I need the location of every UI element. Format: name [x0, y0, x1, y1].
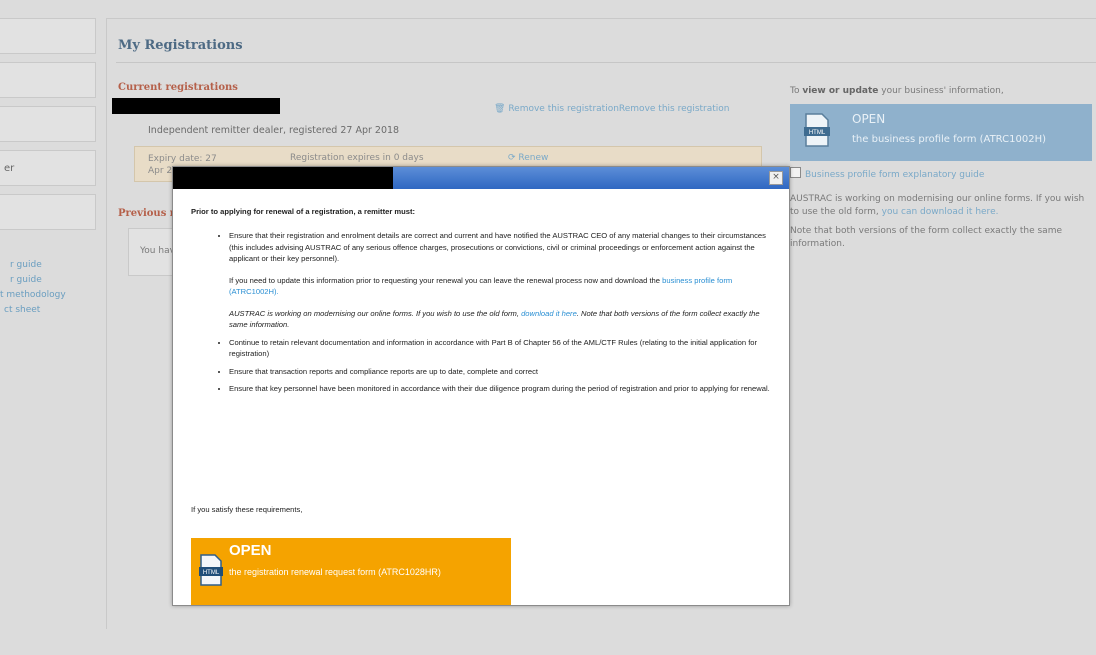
open-business-profile-subtitle: the business profile form (ATRC1002H) — [852, 134, 1046, 145]
old-form-paragraph: AUSTRAC is working on modernising our on… — [229, 308, 771, 331]
document-icon — [790, 167, 801, 178]
redacted-name — [112, 98, 280, 114]
page-title: My Registrations — [118, 38, 243, 53]
nav-item[interactable] — [0, 62, 96, 98]
nav-item[interactable] — [0, 194, 96, 230]
html-file-icon: HTML — [199, 554, 223, 586]
nav-item[interactable] — [0, 18, 96, 54]
previous-registrations-text: You hav — [140, 246, 175, 256]
expiry-status: Registration expires in 0 days — [290, 153, 424, 163]
intro-bold: view or update — [802, 86, 879, 96]
renew-label: Renew — [518, 153, 549, 163]
dialog-content: Prior to applying for renewal of a regis… — [191, 207, 771, 401]
update-info-paragraph: If you need to update this information p… — [229, 275, 771, 298]
requirement-item: Ensure that transaction reports and comp… — [229, 366, 771, 378]
versions-note: Note that both versions of the form coll… — [790, 226, 1062, 249]
registration-description: Independent remitter dealer, registered … — [148, 125, 400, 136]
left-links: r guide r guide t methodology ct sheet — [0, 258, 100, 318]
trash-icon: 🗑 — [494, 104, 506, 114]
left-link[interactable]: r guide — [0, 258, 100, 273]
remove-registration-link[interactable]: 🗑 Remove this registrationRemove this re… — [494, 104, 730, 114]
redacted-title — [173, 167, 393, 189]
requirements-list: Ensure that their registration and enrol… — [191, 230, 771, 395]
open-renewal-title: OPEN — [229, 542, 272, 559]
requirement-text: Ensure that their registration and enrol… — [229, 231, 766, 263]
left-link[interactable]: ct sheet — [0, 303, 100, 318]
business-info-intro: To view or update your business' informa… — [790, 86, 1004, 96]
html-file-icon: HTML — [804, 113, 830, 147]
renewal-requirements-dialog: × Prior to applying for renewal of a reg… — [172, 166, 790, 606]
update-info-text: If you need to update this information p… — [229, 275, 661, 285]
requirement-item: Ensure that key personnel have been moni… — [229, 383, 771, 395]
previous-registrations-heading: Previous r — [118, 208, 176, 219]
intro-suffix: your business' information, — [881, 86, 1004, 96]
requirement-item: Ensure that their registration and enrol… — [229, 230, 771, 331]
svg-text:HTML: HTML — [809, 130, 826, 136]
dialog-intro: Prior to applying for renewal of a regis… — [191, 207, 416, 216]
open-renewal-form-button[interactable]: HTML OPEN the registration renewal reque… — [191, 538, 511, 605]
download-it-here-link[interactable]: download it here — [521, 309, 577, 318]
open-business-profile-button[interactable] — [790, 104, 1092, 161]
business-profile-guide-label: Business profile form explanatory guide — [805, 170, 985, 180]
remove-registration-label: Remove this registrationRemove this regi… — [508, 104, 730, 114]
business-profile-guide-link[interactable]: Business profile form explanatory guide — [790, 167, 984, 180]
intro-prefix: To — [790, 86, 800, 96]
renew-link[interactable]: ⟳ Renew — [508, 153, 548, 163]
refresh-icon: ⟳ — [508, 153, 516, 163]
left-nav: er — [0, 18, 96, 248]
download-old-form-link[interactable]: you can download it here. — [882, 207, 999, 217]
nav-item[interactable] — [0, 106, 96, 142]
current-registrations-heading: Current registrations — [118, 82, 238, 93]
requirement-item: Continue to retain relevant documentatio… — [229, 337, 771, 360]
left-link[interactable]: r guide — [0, 273, 100, 288]
divider — [116, 62, 1096, 63]
satisfy-requirements-text: If you satisfy these requirements, — [191, 505, 303, 514]
old-form-text: AUSTRAC is working on modernising our on… — [229, 308, 519, 318]
nav-item-label: er — [4, 163, 15, 174]
open-renewal-subtitle: the registration renewal request form (A… — [229, 567, 441, 577]
modernising-note: AUSTRAC is working on modernising our on… — [790, 193, 1092, 219]
close-button[interactable]: × — [769, 171, 783, 185]
nav-item[interactable]: er — [0, 150, 96, 186]
left-link[interactable]: t methodology — [0, 288, 100, 303]
open-business-profile-title: OPEN — [852, 112, 886, 126]
svg-text:HTML: HTML — [203, 570, 220, 576]
